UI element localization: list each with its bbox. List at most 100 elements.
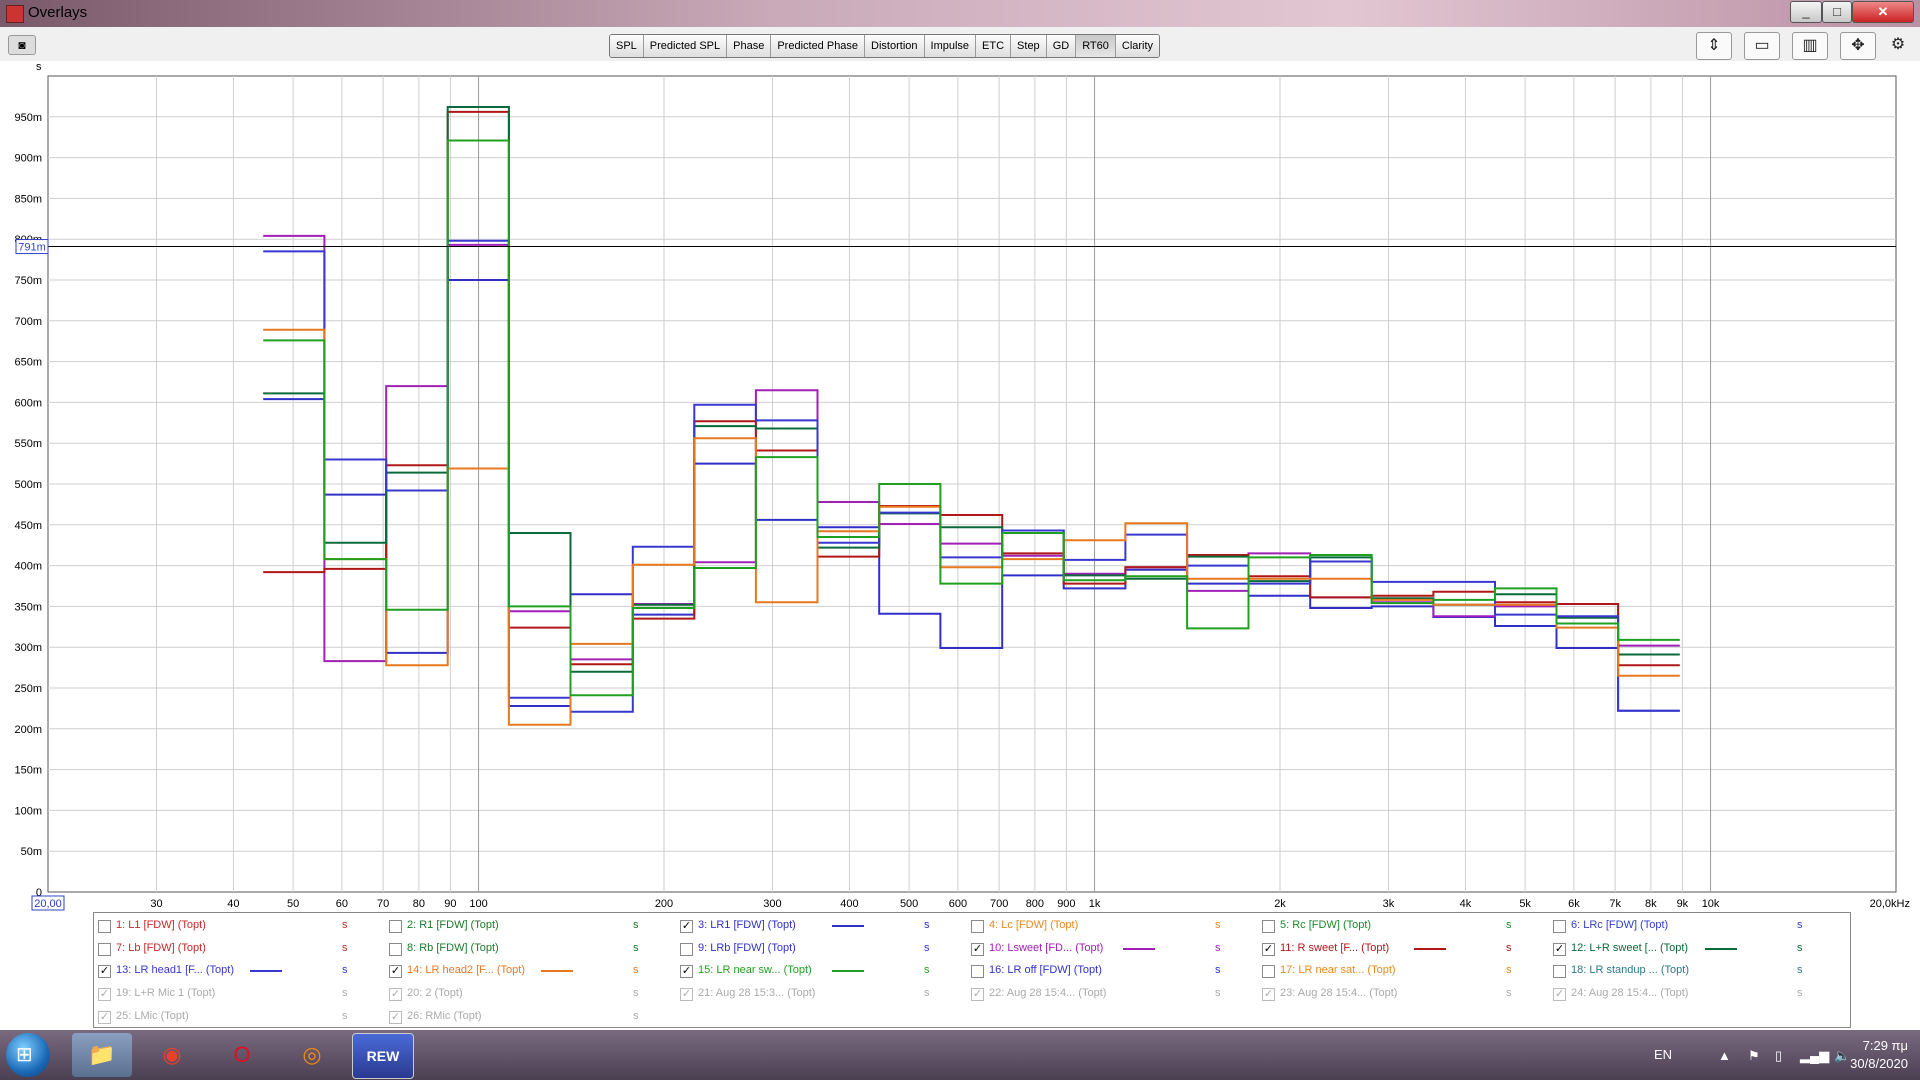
tab-spl[interactable]: SPL	[610, 35, 644, 57]
tab-clarity[interactable]: Clarity	[1115, 35, 1160, 57]
language-indicator[interactable]: EN	[1654, 1047, 1672, 1062]
legend-checkbox[interactable]: ✓	[98, 965, 111, 979]
network-icon[interactable]: ▂▄▆	[1800, 1048, 1829, 1064]
taskbar-explorer-icon[interactable]: 📁	[72, 1033, 132, 1077]
legend-checkbox[interactable]: ✓	[98, 988, 111, 1002]
vertical-zoom-icon[interactable]: ⇕	[1696, 32, 1732, 60]
legend-unit: s	[924, 941, 930, 954]
tab-etc[interactable]: ETC	[976, 35, 1012, 57]
legend-unit: s	[342, 1009, 348, 1022]
legend-item-3: ✓ 3: LR1 [FDW] (Topt) s	[676, 915, 967, 937]
legend-item-7: 7: Lb [FDW] (Topt) s	[94, 938, 385, 960]
legend-item-2: 2: R1 [FDW] (Topt) s	[385, 915, 676, 937]
legend-checkbox[interactable]: ✓	[389, 965, 402, 979]
volume-icon[interactable]: 🔈	[1834, 1048, 1850, 1064]
legend-checkbox[interactable]: ✓	[1262, 942, 1275, 956]
action-center-flag-icon[interactable]: ⚑	[1748, 1048, 1760, 1064]
legend-checkbox[interactable]: ✓	[680, 965, 693, 979]
battery-icon[interactable]: ▯	[1775, 1048, 1782, 1064]
legend-checkbox[interactable]	[971, 965, 984, 979]
legend-unit: s	[1215, 941, 1221, 954]
legend-checkbox[interactable]	[389, 920, 402, 933]
legend-checkbox[interactable]	[98, 942, 111, 956]
x-tick-label: 300	[763, 898, 781, 910]
legend-checkbox[interactable]: ✓	[1553, 942, 1566, 956]
windows-logo-icon: ⊞	[16, 1044, 33, 1066]
tab-impulse[interactable]: Impulse	[924, 35, 977, 57]
taskbar-avast-icon[interactable]: ◎	[282, 1033, 342, 1077]
y-tick-label: 700m	[14, 316, 42, 328]
legend-checkbox[interactable]	[1262, 965, 1275, 979]
x-start-label: 20,00	[34, 898, 62, 910]
taskbar-rew-icon[interactable]: REW	[352, 1033, 414, 1079]
legend-checkbox[interactable]	[971, 920, 984, 933]
legend-checkbox[interactable]: ✓	[971, 942, 984, 956]
legend-checkbox[interactable]	[1553, 920, 1566, 933]
close-button[interactable]: ✕	[1852, 1, 1914, 23]
legend-checkbox[interactable]: ✓	[1262, 988, 1275, 1002]
x-tick-label: 80	[413, 898, 425, 910]
legend-unit: s	[342, 919, 348, 931]
tab-predicted-spl[interactable]: Predicted SPL	[643, 35, 728, 57]
x-tick-label: 700	[990, 898, 1008, 910]
taskbar-opera-icon[interactable]: O	[212, 1033, 272, 1077]
x-tick-label: 2k	[1274, 898, 1286, 910]
legend-unit: s	[342, 941, 348, 954]
legend-unit: s	[633, 919, 639, 931]
tab-step[interactable]: Step	[1011, 35, 1047, 57]
x-tick-label: 40	[227, 898, 239, 910]
legend-item-20: ✓ 20: 2 (Topt) s	[385, 983, 676, 1005]
legend-checkbox[interactable]: ✓	[680, 920, 693, 933]
legend-checkbox[interactable]: ✓	[680, 988, 693, 1002]
legend-checkbox[interactable]	[98, 920, 111, 933]
x-tick-label: 9k	[1677, 898, 1689, 910]
legend-swatch	[1414, 947, 1446, 950]
legend-unit: s	[924, 964, 930, 977]
legend-label: 1: L1 [FDW] (Topt)	[116, 919, 206, 931]
legend-label: 19: L+R Mic 1 (Topt)	[116, 987, 216, 1000]
y-tick-label: 750m	[14, 275, 42, 287]
legend-item-22: ✓ 22: Aug 28 15:4... (Topt) s	[967, 983, 1258, 1005]
legend-checkbox[interactable]	[389, 942, 402, 956]
x-tick-label: 70	[377, 898, 389, 910]
fit-icon[interactable]: ✥	[1840, 32, 1876, 60]
capture-icon[interactable]: ◙	[8, 35, 36, 55]
legend-label: 11: R sweet [F... (Topt)	[1280, 941, 1390, 954]
legend-item-26: ✓ 26: RMic (Topt) s	[385, 1006, 676, 1028]
controls-icon[interactable]: ▥	[1792, 32, 1828, 60]
legend-checkbox[interactable]: ✓	[98, 1010, 111, 1024]
legend-swatch	[832, 925, 864, 927]
y-tick-label: 900m	[14, 153, 42, 165]
tab-phase[interactable]: Phase	[727, 35, 772, 57]
legend-checkbox[interactable]: ✓	[389, 988, 402, 1002]
legend-checkbox[interactable]	[1553, 965, 1566, 979]
toolbar: ◙ SPL Predicted SPL Phase Predicted Phase Di…	[0, 27, 1920, 61]
legend-checkbox[interactable]: ✓	[1553, 988, 1566, 1002]
y-tick-label: 600m	[14, 397, 42, 409]
show-hidden-icons-icon[interactable]: ▲	[1718, 1048, 1731, 1063]
legend-checkbox[interactable]: ✓	[389, 1010, 402, 1024]
tab-gd[interactable]: GD	[1046, 35, 1077, 57]
minimize-button[interactable]: _	[1790, 1, 1822, 23]
rt60-chart[interactable]: 050m100m150m200m250m300m350m400m450m500m…	[0, 70, 1920, 912]
legend-item-12: ✓ 12: L+R sweet [... (Topt) s	[1549, 938, 1840, 960]
gear-icon[interactable]: ⚙	[1884, 32, 1912, 58]
legend-item-9: 9: LRb [FDW] (Topt) s	[676, 938, 967, 960]
tab-distortion[interactable]: Distortion	[865, 35, 925, 57]
limits-icon[interactable]: ▭	[1744, 32, 1780, 60]
tab-predicted-phase[interactable]: Predicted Phase	[771, 35, 866, 57]
legend-item-25: ✓ 25: LMic (Topt) s	[94, 1006, 385, 1028]
legend-item-18: 18: LR standup ... (Topt) s	[1549, 960, 1840, 982]
tab-rt60[interactable]: RT60	[1076, 35, 1116, 57]
legend-unit: s	[1797, 941, 1803, 954]
start-button[interactable]: ⊞	[6, 1033, 50, 1077]
legend-checkbox[interactable]	[1262, 920, 1275, 933]
legend-checkbox[interactable]	[680, 942, 693, 956]
x-tick-label: 800	[1026, 898, 1044, 910]
clock-date: 30/8/2020	[1850, 1056, 1908, 1071]
y-tick-label: 350m	[14, 601, 42, 613]
legend-checkbox[interactable]: ✓	[971, 988, 984, 1002]
taskbar-chrome-icon[interactable]: ◉	[142, 1033, 202, 1077]
y-tick-label: 850m	[14, 193, 42, 205]
maximize-button[interactable]: □	[1822, 1, 1852, 23]
